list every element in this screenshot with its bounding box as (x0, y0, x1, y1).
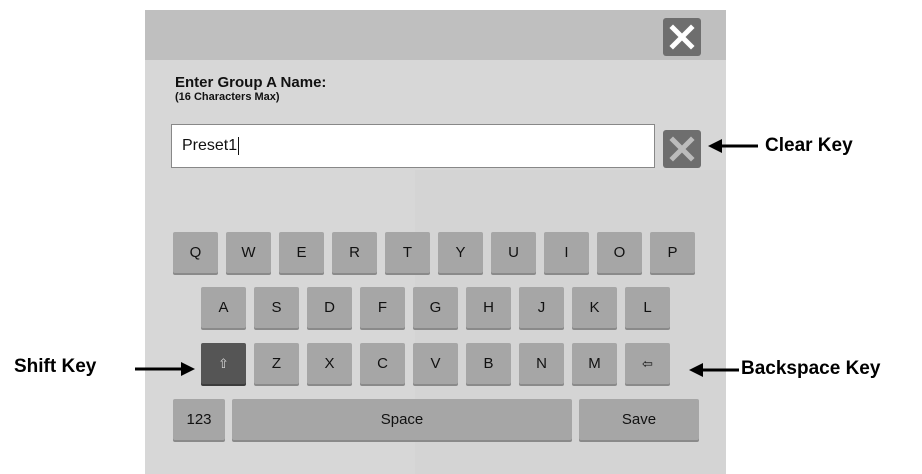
key-s[interactable]: S (254, 287, 299, 328)
key-n[interactable]: N (519, 343, 564, 384)
key-v[interactable]: V (413, 343, 458, 384)
key-x[interactable]: X (307, 343, 352, 384)
key-z[interactable]: Z (254, 343, 299, 384)
shift-key-callout: Shift Key (14, 356, 97, 377)
numeric-toggle-key[interactable]: 123 (173, 399, 225, 440)
clear-input-button[interactable] (663, 130, 701, 168)
prompt-subtitle: (16 Characters Max) (175, 91, 280, 103)
on-screen-keyboard-dialog: Enter Group A Name: (16 Characters Max) … (145, 10, 726, 474)
close-dialog-button[interactable] (663, 18, 701, 56)
clear-key-callout: Clear Key (765, 135, 853, 156)
dialog-titlebar (145, 10, 726, 60)
key-m[interactable]: M (572, 343, 617, 384)
key-i[interactable]: I (544, 232, 589, 273)
clear-x-icon (669, 136, 695, 162)
key-r[interactable]: R (332, 232, 377, 273)
key-p[interactable]: P (650, 232, 695, 273)
key-l[interactable]: L (625, 287, 670, 328)
prompt-title: Enter Group A Name: (175, 74, 327, 91)
key-j[interactable]: J (519, 287, 564, 328)
key-a[interactable]: A (201, 287, 246, 328)
key-t[interactable]: T (385, 232, 430, 273)
backspace-key[interactable]: ⇦ (625, 343, 670, 384)
key-u[interactable]: U (491, 232, 536, 273)
key-d[interactable]: D (307, 287, 352, 328)
shift-key-arrow (135, 362, 195, 376)
clear-key-arrow (708, 139, 758, 153)
name-prompt: Enter Group A Name: (16 Characters Max) (175, 74, 326, 104)
save-key[interactable]: Save (579, 399, 699, 440)
key-o[interactable]: O (597, 232, 642, 273)
key-c[interactable]: C (360, 343, 405, 384)
key-b[interactable]: B (466, 343, 511, 384)
backspace-key-arrow (689, 363, 739, 377)
backspace-key-callout: Backspace Key (741, 358, 881, 379)
shift-key[interactable]: ⇧ (201, 343, 246, 384)
key-y[interactable]: Y (438, 232, 483, 273)
space-key[interactable]: Space (232, 399, 572, 440)
close-x-icon (669, 24, 695, 50)
key-k[interactable]: K (572, 287, 617, 328)
input-value: Preset1 (182, 137, 238, 154)
key-e[interactable]: E (279, 232, 324, 273)
key-w[interactable]: W (226, 232, 271, 273)
text-caret (238, 137, 240, 155)
key-q[interactable]: Q (173, 232, 218, 273)
key-g[interactable]: G (413, 287, 458, 328)
group-name-input[interactable]: Preset1 (171, 124, 655, 168)
key-h[interactable]: H (466, 287, 511, 328)
key-f[interactable]: F (360, 287, 405, 328)
